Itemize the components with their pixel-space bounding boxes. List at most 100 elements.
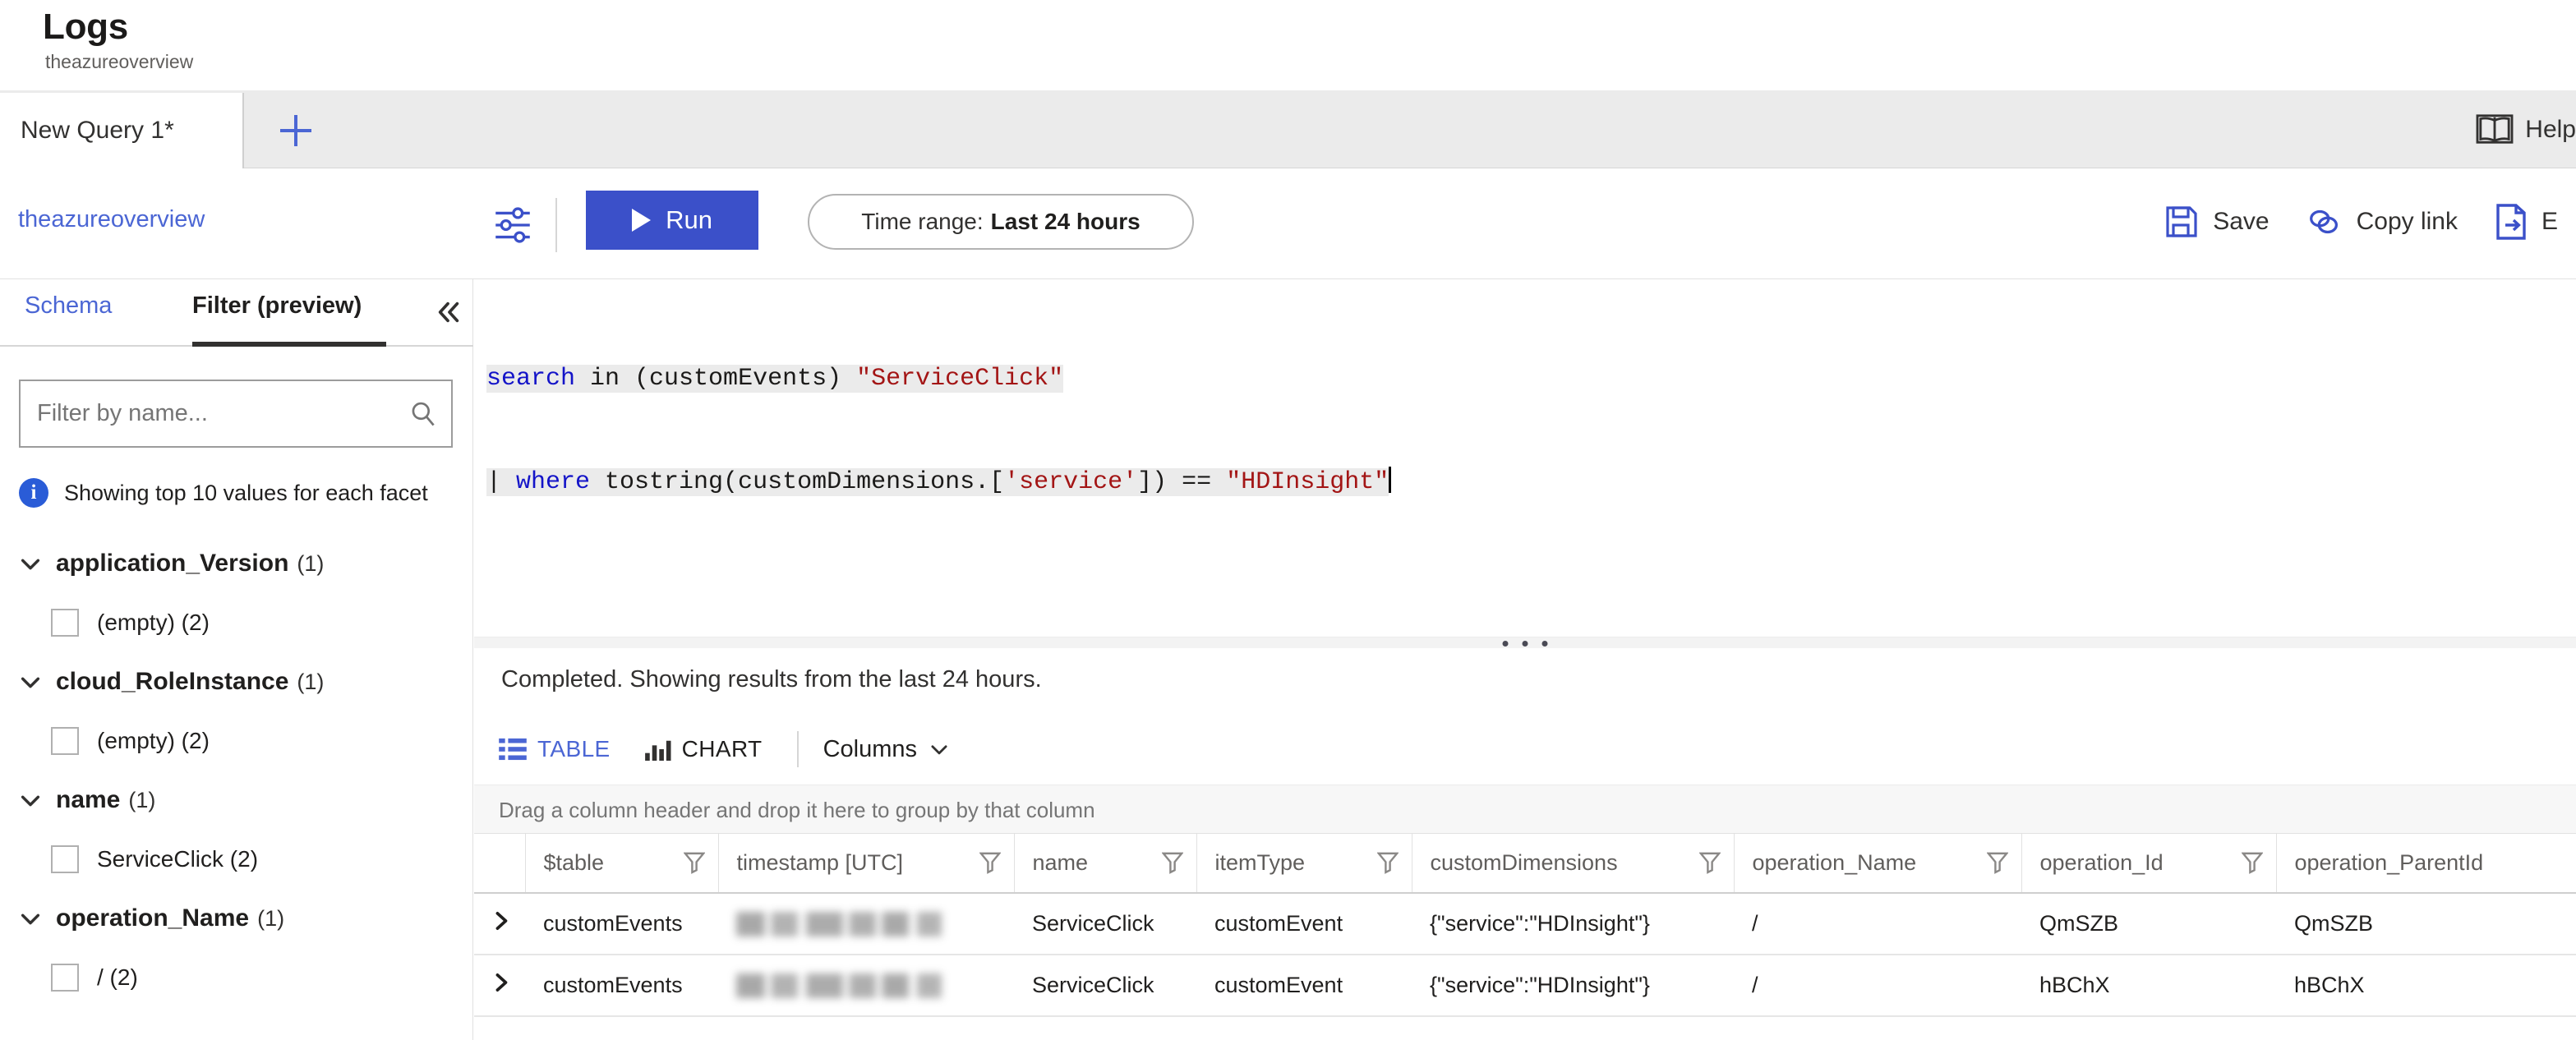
redacted-timestamp xyxy=(736,973,942,999)
facet-application-version: application_Version (1) (empty) (2) xyxy=(0,534,473,652)
results-tab-chart[interactable]: CHART xyxy=(644,736,797,762)
time-range-value: Last 24 hours xyxy=(990,209,1141,234)
filter-icon[interactable] xyxy=(978,851,1002,880)
query-tab-strip: New Query 1* Help xyxy=(0,90,2576,168)
query-settings-button[interactable] xyxy=(491,203,535,247)
facet-header[interactable]: operation_Name (1) xyxy=(0,889,473,948)
plus-icon xyxy=(280,115,311,146)
search-icon xyxy=(408,399,438,433)
facet-info-message: i Showing top 10 values for each facet xyxy=(19,478,428,508)
cell-itemtype: customEvent xyxy=(1196,893,1412,955)
collapse-panel-button[interactable] xyxy=(431,294,467,330)
column-header-customdimensions[interactable]: customDimensions xyxy=(1412,834,1735,894)
time-range-picker[interactable]: Time range: Last 24 hours xyxy=(808,194,1194,250)
query-editor[interactable]: search in (customEvents) "ServiceClick" … xyxy=(474,279,2576,633)
text-caret xyxy=(1389,467,1392,493)
facet-operation-name: operation_Name (1) / (2) xyxy=(0,889,473,1007)
kql-line2-mid2: ]) == xyxy=(1137,468,1227,496)
help-label: Help xyxy=(2525,116,2576,143)
run-query-button[interactable]: Run xyxy=(586,191,758,250)
filter-icon[interactable] xyxy=(2240,851,2264,880)
facet-name: cloud_RoleInstance xyxy=(56,668,289,695)
facet-info-text: Showing top 10 values for each facet xyxy=(64,480,428,505)
editor-results-splitter[interactable] xyxy=(474,637,2576,648)
filter-by-name-field[interactable] xyxy=(19,380,453,448)
column-header-operation-parentid[interactable]: operation_ParentId xyxy=(2276,834,2576,894)
cell-operation-id: QmSZB xyxy=(2021,893,2276,955)
facet-header[interactable]: cloud_RoleInstance (1) xyxy=(0,652,473,711)
new-query-tab-button[interactable] xyxy=(247,93,345,168)
results-view-toolbar: TABLE CHART Columns xyxy=(499,727,950,771)
command-divider xyxy=(555,198,557,252)
column-header-table[interactable]: $table xyxy=(525,834,719,894)
splitter-grip-icon xyxy=(1502,641,1548,647)
results-tab-chart-label: CHART xyxy=(681,736,763,762)
filter-icon[interactable] xyxy=(1160,851,1184,880)
column-header-operation-id[interactable]: operation_Id xyxy=(2021,834,2277,894)
results-panel: Completed. Showing results from the last… xyxy=(474,648,2576,1040)
facet-value-checkbox[interactable] xyxy=(51,727,79,755)
chevron-down-icon xyxy=(18,670,43,694)
query-code[interactable]: search in (customEvents) "ServiceClick" … xyxy=(486,292,1392,568)
left-panel: Schema Filter (preview) i Showing top 10… xyxy=(0,279,473,1040)
column-header-timestamp[interactable]: timestamp [UTC] xyxy=(718,834,1015,894)
cell-itemtype: customEvent xyxy=(1196,955,1412,1017)
table-row[interactable]: customEvents ServiceClick customEvent {"… xyxy=(474,955,2576,1017)
results-tab-table[interactable]: TABLE xyxy=(499,736,645,762)
columns-dropdown-button[interactable]: Columns xyxy=(823,736,950,763)
column-header-name[interactable]: name xyxy=(1014,834,1197,894)
bar-chart-icon xyxy=(644,740,671,761)
facet-count: (1) xyxy=(297,550,325,576)
help-button[interactable]: Help xyxy=(2476,110,2576,150)
facet-header[interactable]: name (1) xyxy=(0,771,473,830)
facet-value-checkbox[interactable] xyxy=(51,964,79,992)
query-tab-label: New Query 1* xyxy=(21,117,174,144)
facet-value-row[interactable]: ServiceClick (2) xyxy=(0,830,473,889)
table-row[interactable]: customEvents ServiceClick customEvent {"… xyxy=(474,893,2576,955)
facet-count: (1) xyxy=(297,669,325,694)
row-expand-button[interactable] xyxy=(474,955,525,1017)
facet-value-row[interactable]: (empty) (2) xyxy=(0,593,473,652)
query-tab-new-query-1[interactable]: New Query 1* xyxy=(0,93,244,168)
facet-value-label: (empty) (2) xyxy=(97,728,210,753)
redacted-timestamp xyxy=(736,912,942,937)
info-icon: i xyxy=(19,478,48,508)
kql-keyword-search: search xyxy=(486,365,576,393)
cell-operation-parentid: QmSZB xyxy=(2276,893,2576,955)
workspace-breadcrumb-link[interactable]: theazureoverview xyxy=(18,206,205,233)
sliders-icon xyxy=(495,207,530,243)
facet-value-row[interactable]: (empty) (2) xyxy=(0,711,473,771)
save-button[interactable]: Save xyxy=(2145,194,2287,250)
facet-value-row[interactable]: / (2) xyxy=(0,948,473,1007)
cell-operation-parentid: hBChX xyxy=(2276,955,2576,1017)
book-icon xyxy=(2476,114,2514,144)
facet-value-checkbox[interactable] xyxy=(51,609,79,637)
facet-name: application_Version xyxy=(56,550,289,577)
filter-icon[interactable] xyxy=(1985,851,2009,880)
facet-header[interactable]: application_Version (1) xyxy=(0,534,473,593)
group-by-dropzone[interactable]: Drag a column header and drop it here to… xyxy=(474,785,2576,834)
columns-label: Columns xyxy=(823,735,917,762)
filter-icon[interactable] xyxy=(682,851,706,880)
copy-link-label: Copy link xyxy=(2356,208,2458,235)
tab-active-underline xyxy=(192,342,386,347)
cell-operation-id: hBChX xyxy=(2021,955,2276,1017)
export-button[interactable]: E xyxy=(2476,194,2576,250)
copy-link-button[interactable]: Copy link xyxy=(2288,194,2476,250)
facet-value-checkbox[interactable] xyxy=(51,845,79,873)
filter-input[interactable] xyxy=(21,381,451,446)
cell-operation-name: / xyxy=(1734,893,2021,955)
tab-schema[interactable]: Schema xyxy=(25,292,112,320)
tab-filter-preview[interactable]: Filter (preview) xyxy=(192,292,362,320)
page-subtitle: theazureoverview xyxy=(45,51,194,72)
row-expand-button[interactable] xyxy=(474,893,525,955)
filter-icon[interactable] xyxy=(1698,851,1721,880)
cell-timestamp xyxy=(718,955,1014,1017)
column-header-itemtype[interactable]: itemType xyxy=(1196,834,1412,894)
chevron-down-icon xyxy=(18,788,43,812)
filter-icon[interactable] xyxy=(1376,851,1399,880)
table-icon xyxy=(499,738,527,761)
column-header-operation-name[interactable]: operation_Name xyxy=(1734,834,2022,894)
cell-table: customEvents xyxy=(525,893,718,955)
cell-operation-name: / xyxy=(1734,955,2021,1017)
